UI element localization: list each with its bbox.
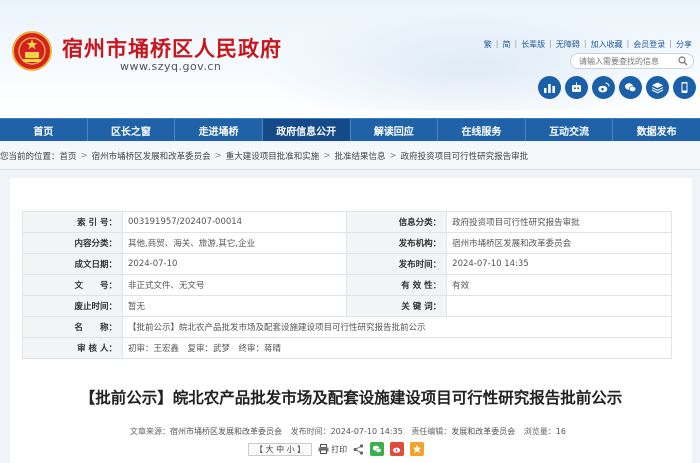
- metadata-table: 索 引 号： 003191957/202407-00014 信息分类： 政府投资…: [22, 211, 672, 359]
- table-row: 审 核 人： 初审：王宏鑫 复审：武梦 终审：蒋晴: [22, 337, 672, 359]
- info-category-label: 信息分类：: [346, 211, 448, 233]
- content-panel: 索 引 号： 003191957/202407-00014 信息分类： 政府投资…: [10, 178, 692, 463]
- site-title[interactable]: 宿州市埇桥区人民政府: [62, 33, 282, 63]
- breadcrumb-separator: >: [323, 151, 331, 161]
- separator: |: [495, 39, 499, 48]
- reviewer-label: 审 核 人：: [22, 337, 123, 359]
- validity-value: 有效: [446, 274, 672, 296]
- publishing-org-value: 宿州市埇桥区发展和改革委员会: [446, 232, 672, 254]
- content-category-label: 内容分类：: [22, 232, 123, 254]
- search-icon[interactable]: [678, 56, 688, 66]
- robot-icon[interactable]: [565, 76, 588, 99]
- table-row: 名 称： 【批前公示】皖北农产品批发市场及配套设施建设项目可行性研究报告批前公示: [22, 316, 672, 338]
- share-icon[interactable]: [353, 443, 364, 455]
- elder-mode-link[interactable]: 长辈版: [521, 39, 545, 50]
- table-row: 成文日期： 2024-07-10 发布时间： 2024-07-10 14:35: [22, 253, 672, 275]
- table-row: 索 引 号： 003191957/202407-00014 信息分类： 政府投资…: [22, 211, 672, 233]
- site-url: www.szyq.gov.cn: [120, 60, 222, 73]
- source-value: 宿州市埇桥区发展和改革委员会: [170, 427, 283, 436]
- document-number-label: 文 号：: [22, 274, 123, 296]
- document-number-value: 非正式文件、无文号: [121, 274, 348, 296]
- main-nav: 首页 区长之窗 走进埇桥 政府信息公开 解读回应 在线服务 互动交流 数据发布: [0, 118, 700, 141]
- font-size-switcher[interactable]: 【 大 中 小 】: [248, 442, 313, 456]
- simplified-chinese-link[interactable]: 简: [502, 39, 510, 50]
- header-icon-bar: [538, 76, 696, 99]
- publish-time-value: 2024-07-10 14:35: [446, 253, 672, 275]
- nav-item[interactable]: 数据发布: [613, 119, 700, 141]
- time-label: 发布时间：: [290, 427, 331, 436]
- favorite-icon[interactable]: [410, 442, 425, 456]
- keywords-value: [446, 295, 672, 317]
- printer-icon: [318, 444, 329, 454]
- reviewer-value: 初审：王宏鑫 复审：武梦 终审：蒋晴: [122, 337, 672, 359]
- nav-item[interactable]: 走进埇桥: [175, 119, 263, 141]
- publish-time-label: 发布时间：: [346, 253, 448, 275]
- print-button[interactable]: 打印: [318, 444, 347, 455]
- breadcrumb-separator: >: [80, 151, 88, 161]
- separator: |: [583, 39, 587, 48]
- wechat-share-icon[interactable]: [370, 442, 385, 456]
- nav-item[interactable]: 在线服务: [438, 119, 526, 141]
- nav-item[interactable]: 解读回应: [351, 119, 439, 141]
- accessibility-link[interactable]: 无障碍: [556, 39, 580, 50]
- member-login-link[interactable]: 会员登录: [633, 39, 665, 50]
- article-source-line: 文章来源：宿州市埇桥区发展和改革委员会 发布时间：2024-07-10 14:3…: [10, 426, 692, 437]
- add-favorite-link[interactable]: 加入收藏: [591, 39, 623, 50]
- weibo-share-icon[interactable]: [390, 442, 405, 456]
- weibo-icon[interactable]: [592, 76, 615, 99]
- source-label: 文章来源：: [130, 427, 171, 436]
- breadcrumb-item[interactable]: 重大建设项目批准和实施: [226, 150, 320, 162]
- time-value: 2024-07-10 14:35: [330, 427, 403, 436]
- top-links: 繁 | 简 | 长辈版 | 无障碍 | 加入收藏 | 会员登录 | 分享: [484, 39, 692, 50]
- doc-name-value: 【批前公示】皖北农产品批发市场及配套设施建设项目可行性研究报告批前公示: [122, 316, 672, 338]
- separator: |: [669, 39, 672, 48]
- written-date-label: 成文日期：: [22, 253, 123, 275]
- nav-item[interactable]: 首页: [0, 119, 88, 141]
- nav-item[interactable]: 互动交流: [526, 119, 614, 141]
- expiry-value: 暂无: [121, 295, 348, 317]
- breadcrumb-separator: >: [214, 151, 222, 161]
- wechat-icon[interactable]: [619, 76, 642, 99]
- doc-name-label: 名 称：: [22, 316, 123, 338]
- breadcrumb-item[interactable]: 政府投资项目可行性研究报告审批: [401, 150, 529, 162]
- layers-icon[interactable]: [646, 76, 669, 99]
- nav-item[interactable]: 政府信息公开: [262, 119, 351, 141]
- breadcrumb-item[interactable]: 首页: [60, 150, 77, 162]
- views-value: 16: [555, 427, 566, 436]
- bar-chart-icon[interactable]: [538, 76, 561, 99]
- separator: |: [514, 39, 518, 48]
- publishing-org-label: 发布机构：: [346, 232, 448, 254]
- expiry-label: 废止时间：: [22, 295, 123, 317]
- separator: |: [549, 39, 552, 48]
- written-date-value: 2024-07-10: [121, 253, 348, 275]
- search-box: [570, 53, 694, 69]
- search-input[interactable]: [579, 56, 675, 67]
- table-row: 文 号： 非正式文件、无文号 有 效 性： 有效: [22, 274, 672, 296]
- separator: |: [626, 39, 630, 48]
- article-tools: 【 大 中 小 】 打印: [248, 442, 425, 456]
- breadcrumb: 您当前的位置： 首页 > 宿州市埇桥区发展和改革委员会 > 重大建设项目批准和实施 > 批准…: [0, 143, 700, 170]
- editor-value: 发展和改革委员会: [451, 427, 516, 436]
- mobile-icon[interactable]: [673, 76, 696, 99]
- print-label: 打印: [331, 444, 348, 454]
- content-category-value: 其他,商贸、海关、旅游,其它,企业: [121, 232, 348, 254]
- validity-label: 有 效 性：: [346, 274, 448, 296]
- keywords-label: 关 键 词：: [346, 295, 448, 317]
- national-emblem-icon: [12, 31, 52, 71]
- table-row: 内容分类： 其他,商贸、海关、旅游,其它,企业 发布机构： 宿州市埇桥区发展和改…: [22, 232, 672, 254]
- breadcrumb-item[interactable]: 批准结果信息: [334, 150, 385, 162]
- article-title: 【批前公示】皖北农产品批发市场及配套设施建设项目可行性研究报告批前公示: [79, 389, 623, 407]
- info-category-value: 政府投资项目可行性研究报告审批: [446, 211, 672, 233]
- editor-label: 责任编辑：: [411, 427, 452, 436]
- table-row: 废止时间： 暂无 关 键 词：: [22, 295, 672, 317]
- share-link[interactable]: 分享: [676, 39, 692, 50]
- index-value: 003191957/202407-00014: [121, 211, 348, 233]
- nav-item[interactable]: 区长之窗: [88, 119, 176, 141]
- index-label: 索 引 号：: [22, 211, 123, 233]
- views-label: 浏览量：: [523, 427, 556, 436]
- traditional-chinese-link[interactable]: 繁: [484, 39, 492, 50]
- breadcrumb-prefix: 您当前的位置：: [0, 152, 60, 162]
- breadcrumb-separator: >: [389, 151, 397, 161]
- breadcrumb-item[interactable]: 宿州市埇桥区发展和改革委员会: [92, 150, 211, 162]
